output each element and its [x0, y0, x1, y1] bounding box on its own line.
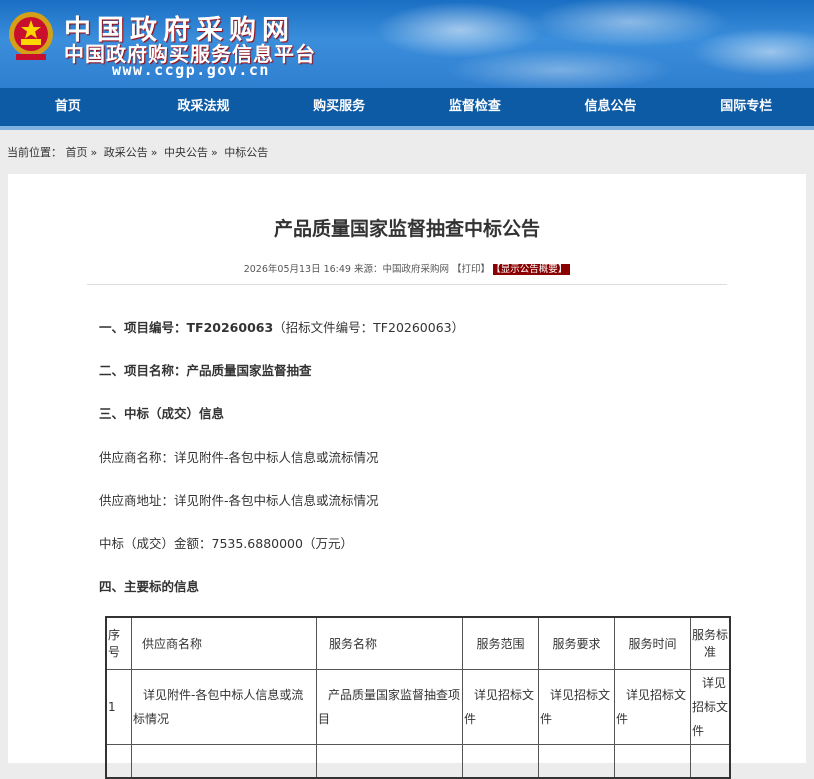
show-summary-button[interactable]: 【显示公告概要】 — [493, 264, 571, 275]
empty-cell — [316, 743, 463, 779]
project-number-note: （招标文件编号：TF20260063） — [273, 320, 465, 335]
cell-time: 详见招标文件 — [614, 668, 691, 745]
th-time: 服务时间 — [614, 616, 691, 670]
supplier-address: 供应商地址：详见附件-各包中标人信息或流标情况 — [99, 493, 379, 508]
supplier-name: 供应商名称：详见附件-各包中标人信息或流标情况 — [99, 450, 379, 465]
empty-cell — [690, 743, 731, 779]
national-emblem-icon — [9, 12, 53, 60]
empty-cell — [614, 743, 691, 779]
site-url[interactable]: www.ccgp.gov.cn — [112, 61, 270, 79]
empty-cell — [462, 743, 539, 779]
nav-international[interactable]: 国际专栏 — [678, 88, 814, 126]
empty-cell — [538, 743, 615, 779]
cell-standard: 详见招标文件 — [690, 668, 731, 745]
cell-scope: 详见招标文件 — [462, 668, 539, 745]
article-meta-text: 2026年05月13日 16:49 来源：中国政府采购网 【打印】 — [243, 264, 491, 275]
table-row-empty — [105, 743, 731, 779]
section-project-number: 一、项目编号：TF20260063（招标文件编号：TF20260063） — [99, 317, 464, 336]
site-header: 中国政府采购网 中国政府购买服务信息平台 www.ccgp.gov.cn — [0, 0, 814, 88]
th-standard: 服务标准 — [690, 616, 731, 670]
cell-seq: 1 — [105, 668, 132, 745]
breadcrumb-home[interactable]: 首页 — [66, 146, 88, 159]
breadcrumb-prefix: 当前位置： — [7, 146, 62, 159]
th-seq: 序号 — [105, 616, 132, 670]
breadcrumb: 当前位置： 首页» 政采公告» 中央公告» 中标公告 — [7, 146, 269, 159]
project-name-value: 产品质量国家监督抽查 — [186, 363, 312, 378]
table-header-row: 序号 供应商名称 服务名称 服务范围 服务要求 服务时间 服务标准 — [105, 616, 731, 670]
nav-regulations[interactable]: 政采法规 — [136, 88, 272, 126]
article-container: 产品质量国家监督抽查中标公告 2026年05月13日 16:49 来源：中国政府… — [8, 174, 806, 779]
th-supplier: 供应商名称 — [131, 616, 317, 670]
cell-service-name: 产品质量国家监督抽查项目 — [316, 668, 463, 745]
cell-requirement: 详见招标文件 — [538, 668, 615, 745]
nav-announcements[interactable]: 信息公告 — [543, 88, 679, 126]
nav-home[interactable]: 首页 — [0, 88, 136, 126]
project-number-label: 一、项目编号： — [99, 320, 187, 335]
section-main-items: 四、主要标的信息 — [99, 579, 200, 594]
th-requirement: 服务要求 — [538, 616, 615, 670]
breadcrumb-award[interactable]: 中标公告 — [224, 146, 268, 159]
project-number-value: TF20260063 — [186, 320, 274, 335]
nav-supervision[interactable]: 监督检查 — [407, 88, 543, 126]
section-award-info: 三、中标（成交）信息 — [99, 406, 225, 421]
header-clouds-bg — [300, 0, 814, 88]
th-scope: 服务范围 — [462, 616, 539, 670]
project-name-label: 二、项目名称： — [99, 363, 187, 378]
nav-purchase-services[interactable]: 购买服务 — [271, 88, 407, 126]
main-items-table: 序号 供应商名称 服务名称 服务范围 服务要求 服务时间 服务标准 1 详见附件… — [105, 616, 731, 779]
th-service-name: 服务名称 — [316, 616, 463, 670]
award-amount: 中标（成交）金额：7535.6880000（万元） — [99, 536, 353, 551]
empty-cell — [105, 743, 132, 779]
section-project-name: 二、项目名称：产品质量国家监督抽查 — [99, 360, 312, 379]
article-title: 产品质量国家监督抽查中标公告 — [273, 218, 540, 240]
divider — [87, 284, 727, 285]
empty-cell — [131, 743, 317, 779]
breadcrumb-procurement[interactable]: 政采公告 — [104, 146, 148, 159]
article-meta: 2026年05月13日 16:49 来源：中国政府采购网 【打印】 【显示公告概要… — [8, 261, 806, 275]
main-nav: 首页 政采法规 购买服务 监督检查 信息公告 国际专栏 — [0, 88, 814, 130]
breadcrumb-central[interactable]: 中央公告 — [164, 146, 208, 159]
table-row: 1 详见附件-各包中标人信息或流标情况 产品质量国家监督抽查项目 详见招标文件 … — [105, 668, 731, 745]
cell-supplier: 详见附件-各包中标人信息或流标情况 — [131, 668, 317, 745]
